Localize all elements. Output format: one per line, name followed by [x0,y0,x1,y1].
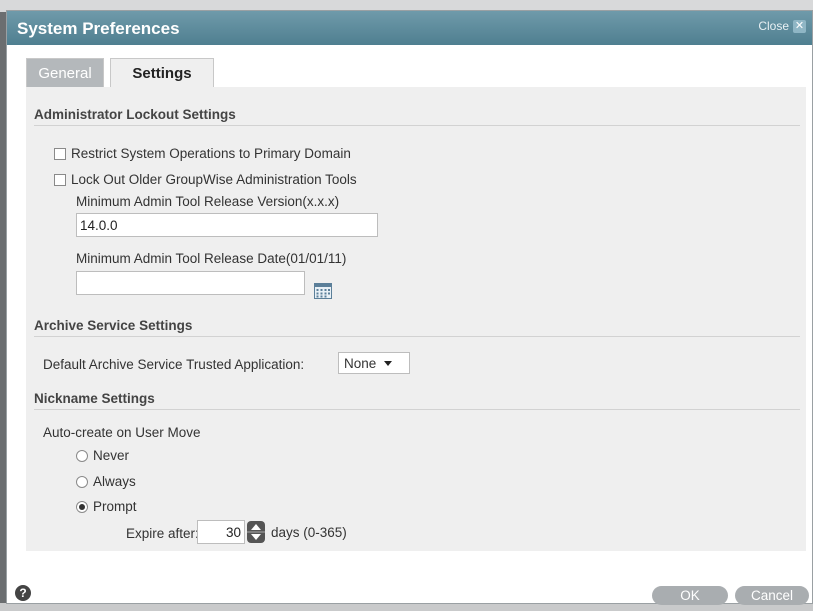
quantity-stepper[interactable] [247,521,265,543]
lockout-tools-label: Lock Out Older GroupWise Administration … [71,172,357,187]
trusted-app-value: None [344,355,377,371]
cancel-button[interactable]: Cancel [735,586,809,605]
section-divider [34,336,800,337]
dialog-titlebar[interactable]: System Preferences Close ✕ [7,11,812,45]
radio-always-label: Always [93,474,136,489]
radio-never[interactable] [76,449,88,462]
min-version-input[interactable] [76,213,378,237]
expire-days-input[interactable] [197,520,245,544]
radio-always[interactable] [76,475,88,488]
close-icon[interactable]: ✕ [793,19,806,33]
ok-button[interactable]: OK [652,586,728,605]
min-date-label: Minimum Admin Tool Release Date(01/01/11… [76,251,347,266]
auto-create-label: Auto-create on User Move [43,425,201,440]
trusted-app-label: Default Archive Service Trusted Applicat… [43,357,305,372]
system-preferences-dialog: System Preferences Close ✕ General Setti… [6,10,813,605]
min-date-input[interactable] [76,271,305,295]
restrict-domain-row[interactable]: Restrict System Operations to Primary Do… [54,146,351,161]
restrict-domain-checkbox[interactable] [54,147,66,160]
archive-section-header: Archive Service Settings [34,318,193,333]
chevron-down-icon [384,360,393,366]
lockout-tools-checkbox[interactable] [54,173,66,186]
close-button[interactable]: Close ✕ [758,19,806,33]
expire-label: Expire after: [126,526,199,541]
trusted-app-select[interactable]: None [338,352,410,374]
dialog-footer: ? OK Cancel [7,571,812,605]
nickname-section-header: Nickname Settings [34,391,155,406]
radio-option-prompt[interactable]: Prompt [76,499,137,514]
radio-never-label: Never [93,448,130,463]
radio-option-always[interactable]: Always [76,474,136,489]
expire-unit-label: days (0-365) [271,525,347,540]
help-icon[interactable]: ? [15,585,31,601]
close-label: Close [758,19,789,33]
min-version-label: Minimum Admin Tool Release Version(x.x.x… [76,194,340,209]
radio-prompt[interactable] [76,500,88,513]
lockout-section-header: Administrator Lockout Settings [34,107,236,122]
settings-panel: Administrator Lockout Settings Restrict … [26,87,806,551]
tab-settings[interactable]: Settings [110,58,214,88]
radio-option-never[interactable]: Never [76,448,129,463]
calendar-icon[interactable] [314,283,332,299]
lockout-tools-row[interactable]: Lock Out Older GroupWise Administration … [54,172,357,187]
dialog-title: System Preferences [17,19,180,38]
tab-general[interactable]: General [26,58,104,87]
section-divider [34,125,800,126]
radio-prompt-label: Prompt [93,499,137,514]
restrict-domain-label: Restrict System Operations to Primary Do… [71,146,351,161]
section-divider [34,409,800,410]
